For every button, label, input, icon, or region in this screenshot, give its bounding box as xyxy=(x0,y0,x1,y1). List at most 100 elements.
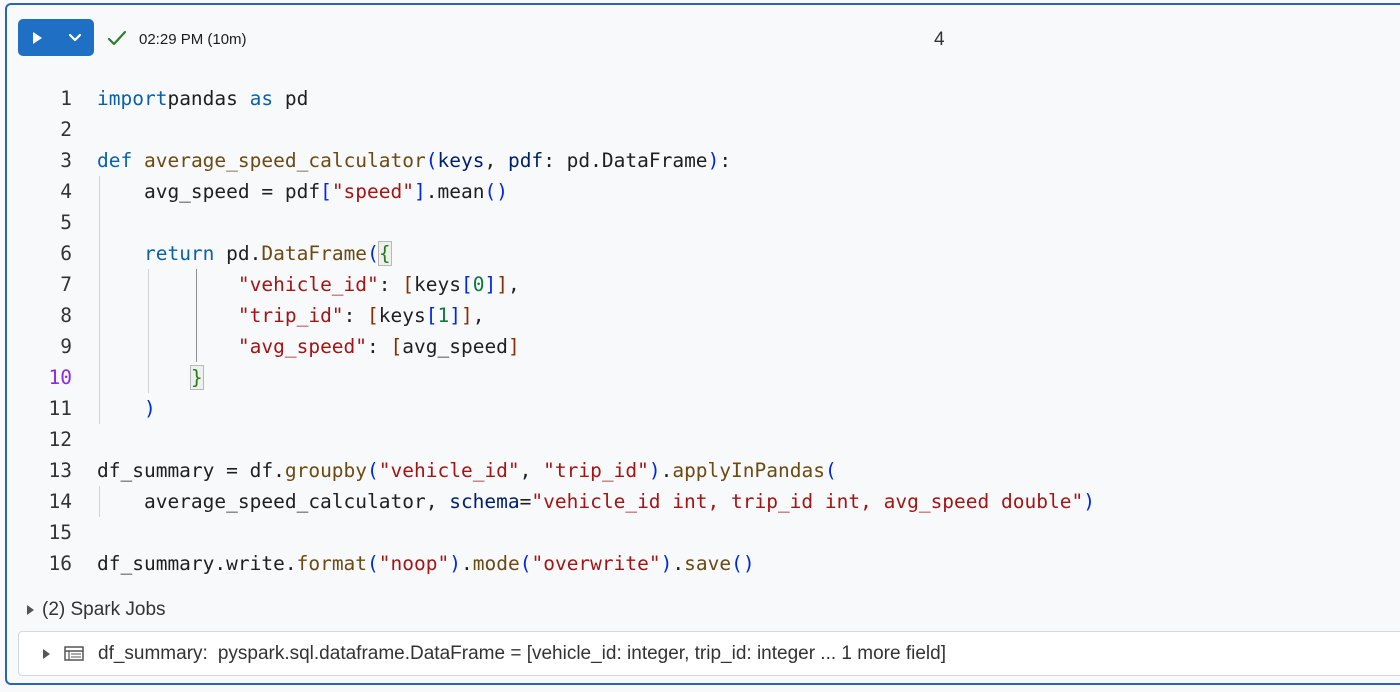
line-number: 8 xyxy=(60,304,72,327)
code-token: def xyxy=(97,149,133,172)
code-line[interactable]: 3 def average_speed_calculator(keys, pdf:… xyxy=(7,145,1400,176)
chevron-down-icon xyxy=(68,33,82,41)
code-token: ( xyxy=(367,242,379,265)
code-text: } xyxy=(97,362,204,393)
code-text: avg_speed = pdf["speed"].mean() xyxy=(97,176,508,207)
code-line[interactable]: 5 xyxy=(7,207,1400,238)
code-token: import xyxy=(97,87,168,110)
code-line[interactable]: 15 xyxy=(7,517,1400,548)
line-number: 1 xyxy=(60,87,72,110)
code-token: avg_speed xyxy=(402,335,508,358)
code-token: avg_speed = pdf xyxy=(97,180,321,203)
code-token: pd. xyxy=(214,242,262,265)
code-token: ) xyxy=(1083,490,1095,513)
code-token: : xyxy=(719,149,732,172)
line-number: 5 xyxy=(60,211,72,234)
table-icon xyxy=(64,646,84,661)
code-line[interactable]: 7 "vehicle_id": [keys[0]], xyxy=(7,269,1400,300)
check-icon xyxy=(107,30,127,46)
code-token: keys xyxy=(437,149,485,172)
run-status-time: 02:29 PM (10m) xyxy=(139,31,247,48)
code-token: keys xyxy=(378,304,426,327)
code-token: ) xyxy=(707,149,720,172)
code-token: applyInPandas xyxy=(672,459,825,482)
code-token: ] xyxy=(414,180,426,203)
code-text: "trip_id": [keys[1]], xyxy=(97,300,485,331)
code-line[interactable]: 9 "avg_speed": [avg_speed] xyxy=(7,331,1400,362)
code-token: DataFrame xyxy=(261,242,368,265)
run-cell-button-group xyxy=(18,19,94,56)
line-number: 14 xyxy=(48,490,72,513)
code-token: ] xyxy=(496,273,508,296)
code-token: : xyxy=(343,304,368,327)
code-token: average_speed_calculator xyxy=(143,149,426,172)
code-token: pandas xyxy=(167,87,250,110)
line-number: 11 xyxy=(48,397,72,420)
line-number: 3 xyxy=(60,149,72,172)
code-line[interactable]: 10 } xyxy=(7,362,1400,393)
line-number: 9 xyxy=(60,335,72,358)
code-token: , xyxy=(484,149,508,172)
code-line[interactable]: 1 importpandas as pd xyxy=(7,83,1400,114)
line-number: 16 xyxy=(48,552,72,575)
code-token: = xyxy=(519,490,532,513)
code-line[interactable]: 6 return pd.DataFrame({ xyxy=(7,238,1400,269)
code-token: [ xyxy=(390,335,403,358)
code-token: "trip_id" xyxy=(543,459,649,482)
code-token: ) xyxy=(648,459,661,482)
code-token: [ xyxy=(402,273,415,296)
spark-jobs-toggle[interactable]: (2) Spark Jobs xyxy=(27,599,166,621)
expand-result-caret-icon[interactable] xyxy=(43,648,50,659)
code-text: "vehicle_id": [keys[0]], xyxy=(97,269,520,300)
code-line[interactable]: 2 xyxy=(7,114,1400,145)
code-line[interactable]: 11 ) xyxy=(7,393,1400,424)
code-token: [ xyxy=(320,180,332,203)
code-token: pd xyxy=(273,87,309,110)
code-token: 0 xyxy=(472,273,485,296)
code-line[interactable]: 14 average_speed_calculator, schema="veh… xyxy=(7,486,1400,517)
code-line[interactable]: 12 xyxy=(7,424,1400,455)
run-cell-button[interactable] xyxy=(18,19,56,56)
code-text: df_summary.write.format("noop").mode("ov… xyxy=(97,548,755,579)
code-token: "trip_id" xyxy=(237,304,344,327)
code-token: schema xyxy=(449,490,520,513)
code-line[interactable]: 4 avg_speed = pdf["speed"].mean() xyxy=(7,176,1400,207)
code-line[interactable]: 13 df_summary = df.groupby("vehicle_id", … xyxy=(7,455,1400,486)
notebook-cell: 02:29 PM (10m) 4 1 importpandas as pd 2 3 de… xyxy=(5,3,1400,685)
line-number: 15 xyxy=(48,521,72,544)
code-token: ] xyxy=(507,335,520,358)
code-token: : xyxy=(378,273,403,296)
code-token: ( xyxy=(425,149,438,172)
run-options-dropdown[interactable] xyxy=(56,19,94,56)
code-token: [ xyxy=(367,304,379,327)
code-token: ] xyxy=(484,273,497,296)
line-number: 7 xyxy=(60,273,72,296)
code-token: . xyxy=(672,552,685,575)
code-token: df_summary = df. xyxy=(97,459,285,482)
code-token: save xyxy=(684,552,732,575)
line-number: 10 xyxy=(48,366,72,389)
code-line[interactable]: 16 df_summary.write.format("noop").mode("… xyxy=(7,548,1400,579)
code-text: return pd.DataFrame({ xyxy=(97,238,392,269)
code-token: ) xyxy=(143,397,156,420)
code-token: .mean xyxy=(425,180,485,203)
code-token: "vehicle_id int, trip_id int, avg_speed … xyxy=(531,490,1084,513)
code-token: { xyxy=(377,241,392,266)
code-token: 1 xyxy=(437,304,450,327)
code-token: "vehicle_id" xyxy=(237,273,379,296)
code-token: "avg_speed" xyxy=(237,335,368,358)
code-token: [ xyxy=(460,273,473,296)
code-token: . xyxy=(660,459,673,482)
line-number: 4 xyxy=(60,180,72,203)
code-token: : xyxy=(367,335,391,358)
code-line[interactable]: 8 "trip_id": [keys[1]], xyxy=(7,300,1400,331)
code-token: mode xyxy=(472,552,520,575)
code-text: ) xyxy=(97,393,156,424)
code-token: "overwrite" xyxy=(531,552,661,575)
code-token: ( xyxy=(519,552,532,575)
